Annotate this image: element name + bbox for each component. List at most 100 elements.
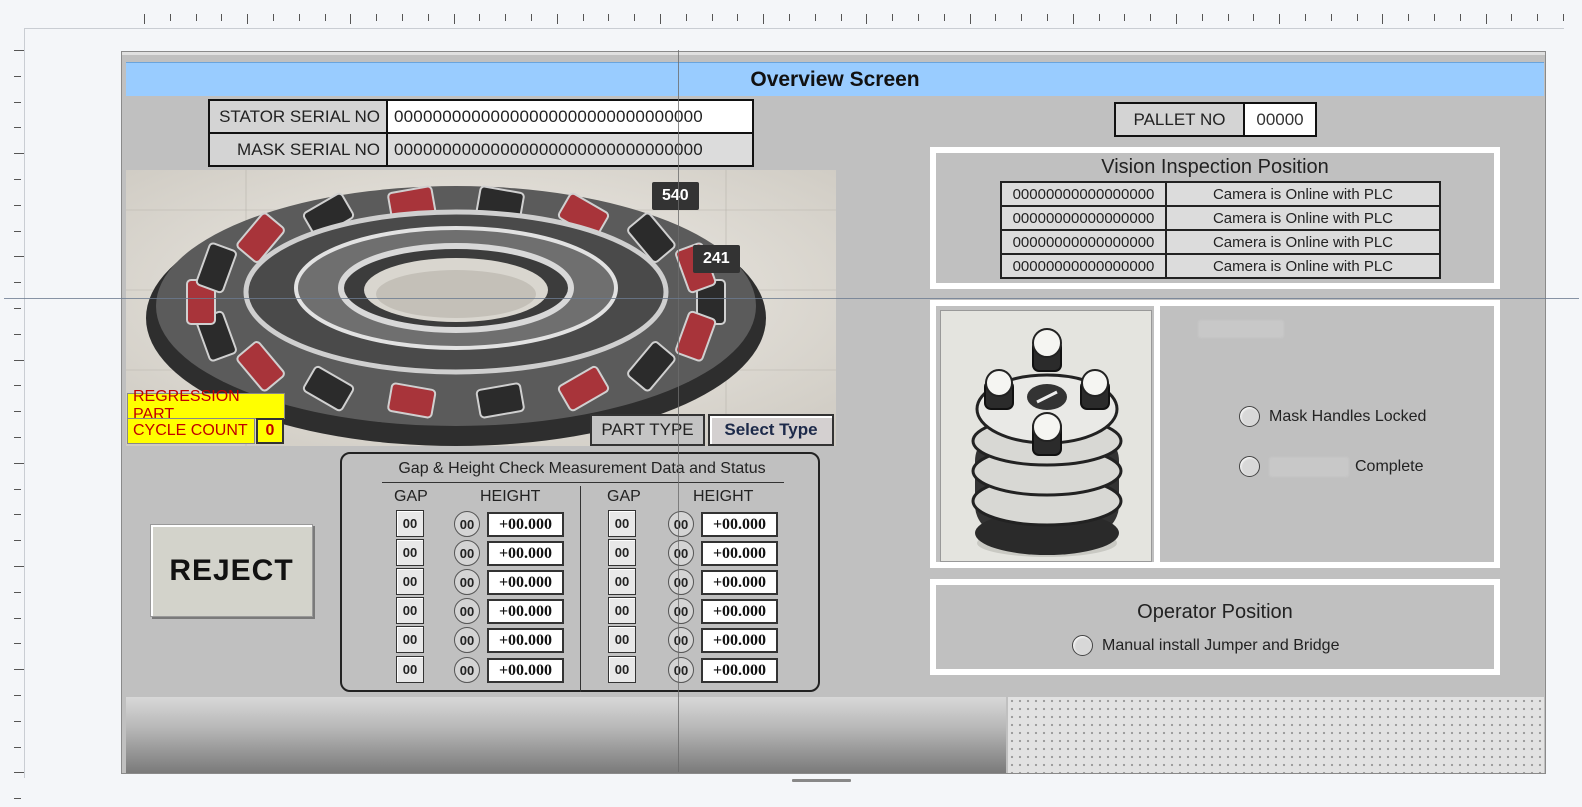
ruler-tick xyxy=(14,643,21,645)
horizontal-ruler xyxy=(120,14,1564,28)
ruler-tick xyxy=(1434,14,1435,21)
blurred-label xyxy=(1269,456,1349,477)
status-indicator: 00 xyxy=(668,598,694,624)
mask-handles-locked-indicator[interactable] xyxy=(1239,406,1260,427)
ruler-tick xyxy=(814,14,816,21)
ruler-tick xyxy=(14,540,21,542)
manual-jumper-row: Manual install Jumper and Bridge xyxy=(1072,635,1339,656)
overview-screen: Overview Screen STATOR SERIAL NO 0000000… xyxy=(121,51,1546,774)
ruler-tick xyxy=(453,14,455,24)
status-indicator: 00 xyxy=(454,657,480,683)
ruler-tick xyxy=(14,411,21,413)
gap-value: 00 xyxy=(396,539,424,566)
resize-grip[interactable] xyxy=(792,779,851,782)
ruler-tick xyxy=(1279,14,1281,24)
vision-id: 00000000000000000 xyxy=(1000,205,1167,231)
ruler-tick xyxy=(866,14,868,24)
ruler-tick xyxy=(1356,14,1358,21)
regression-part-indicator: REGRESSION PART xyxy=(127,388,285,423)
ruler-tick xyxy=(685,14,687,21)
stator-serial-field[interactable]: 00000000000000000000000000000000 xyxy=(386,99,754,134)
ruler-tick xyxy=(1021,14,1023,21)
ruler-tick xyxy=(14,746,21,748)
gap-height-panel: Gap & Height Check Measurement Data and … xyxy=(340,452,820,692)
ruler-tick xyxy=(995,14,997,21)
reject-button[interactable]: REJECT xyxy=(150,524,313,617)
ruler-tick xyxy=(1485,14,1487,24)
vision-status-table: 00000000000000000 Camera is Online with … xyxy=(1000,181,1441,279)
complete-indicator[interactable] xyxy=(1239,456,1260,477)
ruler-tick xyxy=(1305,14,1306,21)
canvas-frame-left xyxy=(24,28,25,778)
ruler-tick xyxy=(169,14,171,21)
ruler-tick xyxy=(14,127,21,129)
ruler-tick xyxy=(531,14,532,21)
ruler-tick xyxy=(763,14,765,24)
operator-title: Operator Position xyxy=(1137,601,1293,623)
height-header-left: HEIGHT xyxy=(480,488,541,505)
pallet-no-field[interactable]: 00000 xyxy=(1243,102,1317,137)
blurred-label xyxy=(1198,320,1284,338)
ruler-tick xyxy=(350,14,352,24)
status-indicator: 00 xyxy=(454,598,480,624)
ruler-tick xyxy=(918,14,919,21)
gap-value: 00 xyxy=(608,539,636,566)
ruler-tick xyxy=(556,14,558,24)
vision-status: Camera is Online with PLC xyxy=(1165,181,1441,207)
status-indicator: 00 xyxy=(454,511,480,537)
height-value: +00.000 xyxy=(487,512,564,537)
column-divider xyxy=(580,486,581,692)
ruler-tick xyxy=(1047,14,1048,21)
ruler-tick xyxy=(1150,14,1152,21)
gap-height-title: Gap & Height Check Measurement Data and … xyxy=(398,460,766,477)
ruler-tick xyxy=(298,14,300,21)
vision-id: 00000000000000000 xyxy=(1000,229,1167,255)
gap-value: 00 xyxy=(396,510,424,537)
vision-inspection-panel: Vision Inspection Position 0000000000000… xyxy=(930,147,1500,289)
status-indicator: 00 xyxy=(668,540,694,566)
mask-fixture-image xyxy=(940,310,1152,562)
ruler-tick xyxy=(737,14,739,21)
ruler-tick xyxy=(195,14,197,21)
height-value: +00.000 xyxy=(701,628,778,653)
cycle-count-label: CYCLE COUNT xyxy=(127,418,255,444)
ruler-tick xyxy=(840,14,842,21)
select-type-button[interactable]: Select Type xyxy=(708,414,834,446)
manual-jumper-indicator[interactable] xyxy=(1072,635,1093,656)
ruler-tick xyxy=(14,256,24,258)
height-value: +00.000 xyxy=(701,512,778,537)
ruler-tick xyxy=(14,566,24,567)
ruler-tick xyxy=(1537,14,1539,21)
vision-title: Vision Inspection Position xyxy=(1101,156,1329,178)
status-indicator: 00 xyxy=(668,569,694,595)
height-value: +00.000 xyxy=(701,658,778,683)
ruler-tick xyxy=(14,101,21,103)
status-indicator: 00 xyxy=(454,540,480,566)
ruler-tick xyxy=(14,204,21,206)
ruler-tick xyxy=(1382,14,1384,24)
height-value: +00.000 xyxy=(487,628,564,653)
vision-row: 00000000000000000 Camera is Online with … xyxy=(1000,205,1441,231)
gap-header-left: GAP xyxy=(394,488,428,505)
cycle-count-value: 0 xyxy=(256,418,284,444)
mask-handles-locked-label: Mask Handles Locked xyxy=(1269,407,1427,425)
mask-serial-field[interactable]: 00000000000000000000000000000000 xyxy=(386,132,754,167)
ruler-tick xyxy=(14,695,21,696)
complete-label: Complete xyxy=(1355,457,1424,475)
gap-value: 00 xyxy=(396,568,424,595)
ruler-tick xyxy=(14,153,24,155)
vision-row: 00000000000000000 Camera is Online with … xyxy=(1000,229,1441,255)
status-indicator: 00 xyxy=(668,627,694,653)
ruler-tick xyxy=(1124,14,1126,21)
ruler-tick xyxy=(376,14,378,21)
ruler-tick xyxy=(14,50,24,51)
gap-value: 00 xyxy=(608,568,636,595)
height-value: +00.000 xyxy=(487,570,564,595)
status-indicator: 00 xyxy=(668,657,694,683)
ruler-tick xyxy=(1098,14,1100,21)
stator-serial-label: STATOR SERIAL NO xyxy=(208,99,388,134)
ruler-tick xyxy=(1408,14,1410,21)
manual-jumper-label: Manual install Jumper and Bridge xyxy=(1102,636,1340,654)
gap-value: 00 xyxy=(396,597,424,624)
ruler-tick xyxy=(1563,14,1564,21)
